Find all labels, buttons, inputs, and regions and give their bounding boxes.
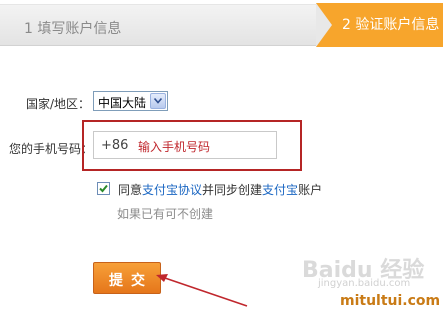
site-watermark: mitultui.com [340,293,441,309]
jingyan-watermark: jingyan.baidu.com [318,278,411,289]
